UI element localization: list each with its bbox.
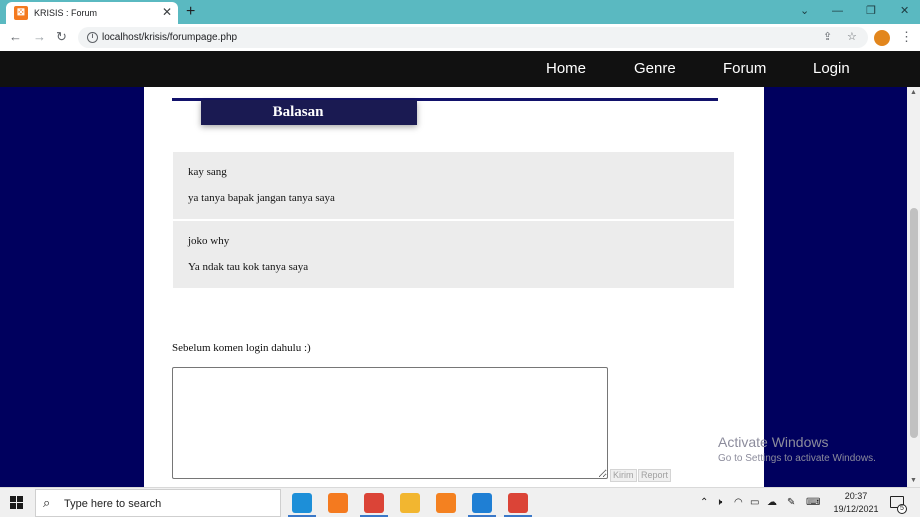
- tab-close-icon[interactable]: ✕: [162, 5, 172, 19]
- cloud-icon[interactable]: [436, 493, 456, 513]
- windows-taskbar: ⌕ Type here to search ⌃ 🕨 ◠ ▭ ☁ ✎ ⌨ 20:3…: [0, 487, 920, 517]
- reply-author: joko why: [188, 235, 230, 247]
- clock-time[interactable]: 20:37: [842, 491, 870, 502]
- replies-heading-label: Balasan: [272, 104, 324, 120]
- report-button[interactable]: Report: [638, 469, 672, 482]
- reply-author: kay sang: [188, 166, 227, 178]
- onedrive-icon[interactable]: ☁: [767, 497, 777, 509]
- profile-avatar-icon[interactable]: [874, 30, 890, 46]
- xampp-icon[interactable]: [328, 493, 348, 513]
- battery-icon[interactable]: ▭: [750, 497, 759, 509]
- clock-date[interactable]: 19/12/2021: [830, 504, 882, 515]
- back-arrow-icon[interactable]: ←: [9, 29, 22, 45]
- nav-home-link[interactable]: Home: [546, 60, 586, 78]
- file-explorer-icon[interactable]: [400, 493, 420, 513]
- address-bar[interactable]: i localhost/krisis/forumpage.php ⇪ ☆: [78, 27, 868, 48]
- search-icon: ⌕: [43, 495, 51, 510]
- keyboard-icon[interactable]: ⌨: [806, 497, 820, 509]
- scroll-up-icon[interactable]: ▲: [910, 89, 917, 97]
- activation-watermark-subtitle: Go to Settings to activate Windows.: [718, 453, 876, 464]
- browser-menu-icon[interactable]: ⋮: [900, 29, 913, 45]
- share-icon[interactable]: ⇪: [823, 30, 832, 44]
- site-info-icon[interactable]: i: [87, 32, 98, 43]
- tab-search-icon[interactable]: ⌄: [800, 2, 809, 20]
- forward-arrow-icon[interactable]: →: [33, 29, 46, 45]
- notification-count: 5: [897, 504, 907, 514]
- browser-tab-strip: ⊠ KRISIS : Forum ✕ + ⌄ — ❐ ✕: [0, 0, 920, 24]
- forum-content-panel: Balasan kay sang ya tanya bapak jangan t…: [144, 87, 764, 487]
- reply-body: ya tanya bapak jangan tanya saya: [188, 192, 335, 204]
- edge-icon[interactable]: [292, 493, 312, 513]
- new-tab-button[interactable]: +: [186, 2, 195, 22]
- nav-genre-link[interactable]: Genre: [634, 60, 676, 78]
- volume-icon[interactable]: 🕨: [716, 497, 722, 509]
- replies-heading: Balasan: [201, 100, 417, 125]
- site-nav-bar: Home Genre Forum Login: [0, 51, 920, 87]
- browser-tab[interactable]: ⊠ KRISIS : Forum ✕: [6, 2, 178, 24]
- page-scrollbar[interactable]: ▲ ▼: [907, 87, 920, 487]
- nav-forum-link[interactable]: Forum: [723, 60, 766, 78]
- reload-icon[interactable]: ↻: [56, 29, 67, 45]
- minimize-button[interactable]: —: [832, 2, 843, 20]
- wifi-icon[interactable]: ◠: [734, 497, 743, 509]
- chrome-icon[interactable]: [364, 493, 384, 513]
- xampp-favicon-icon: ⊠: [14, 6, 28, 20]
- vscode-icon[interactable]: [472, 493, 492, 513]
- close-window-button[interactable]: ✕: [900, 2, 909, 20]
- pen-icon[interactable]: ✎: [787, 497, 795, 509]
- url-text[interactable]: localhost/krisis/forumpage.php: [102, 31, 237, 44]
- restore-button[interactable]: ❐: [866, 2, 876, 20]
- reply-body: Ya ndak tau kok tanya saya: [188, 261, 309, 273]
- login-notice: Sebelum komen login dahulu :): [172, 342, 311, 354]
- taskbar-search-box[interactable]: ⌕ Type here to search: [35, 489, 281, 517]
- tab-title: KRISIS : Forum: [34, 8, 98, 18]
- reply-item: joko why Ya ndak tau kok tanya saya: [173, 221, 734, 288]
- browser-toolbar: ← → ↻ i localhost/krisis/forumpage.php ⇪…: [0, 24, 920, 51]
- submit-comment-button[interactable]: Kirim: [610, 469, 637, 482]
- nav-login-link[interactable]: Login: [813, 60, 850, 78]
- taskbar-search-placeholder: Type here to search: [64, 498, 162, 510]
- reply-item: kay sang ya tanya bapak jangan tanya say…: [173, 152, 734, 219]
- windows-start-icon[interactable]: [10, 496, 24, 510]
- tray-expand-icon[interactable]: ⌃: [700, 497, 708, 509]
- comment-textarea[interactable]: [172, 367, 608, 479]
- bookmark-star-icon[interactable]: ☆: [847, 30, 857, 44]
- chrome-icon[interactable]: [508, 493, 528, 513]
- activation-watermark-title: Activate Windows: [718, 434, 829, 450]
- scroll-thumb[interactable]: [910, 208, 918, 438]
- scroll-down-icon[interactable]: ▼: [910, 477, 917, 485]
